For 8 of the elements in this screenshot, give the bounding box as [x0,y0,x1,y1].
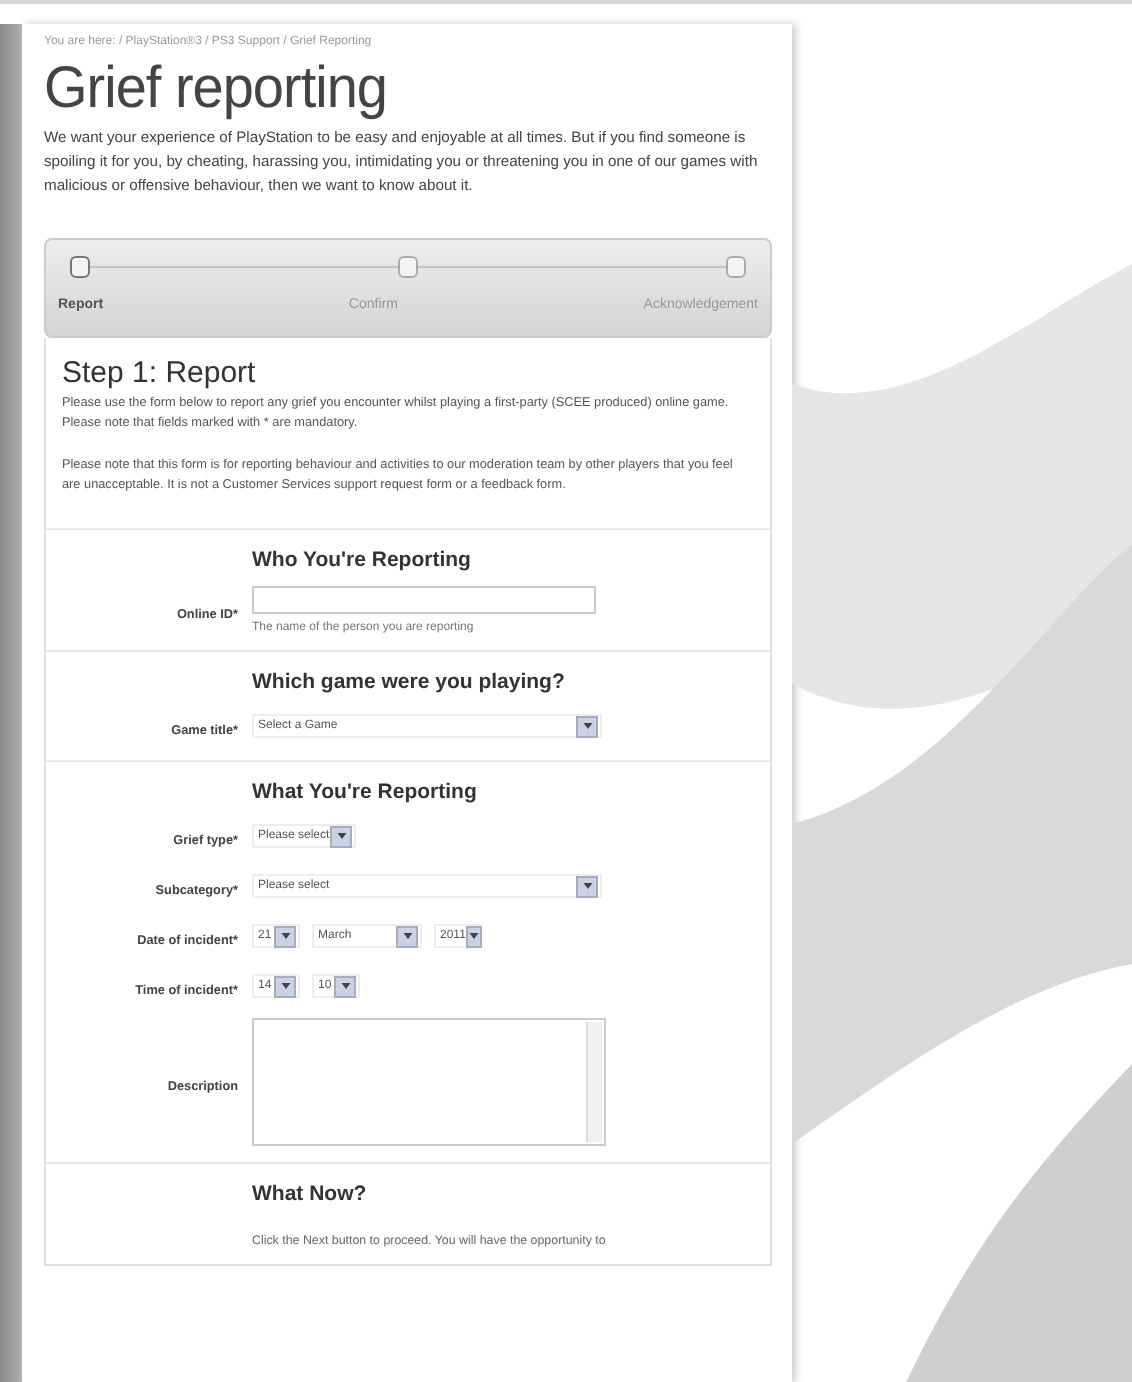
section-heading: Which game were you playing? [252,670,565,694]
page-title: Grief reporting [44,54,389,122]
section-heading: Who You're Reporting [252,548,471,572]
step-title: Step 1: Report [62,356,258,390]
section-heading: What You're Reporting [252,780,477,804]
section-heading: What Now? [252,1182,367,1206]
description-field[interactable] [252,1018,606,1146]
online-id-field[interactable] [252,586,596,614]
